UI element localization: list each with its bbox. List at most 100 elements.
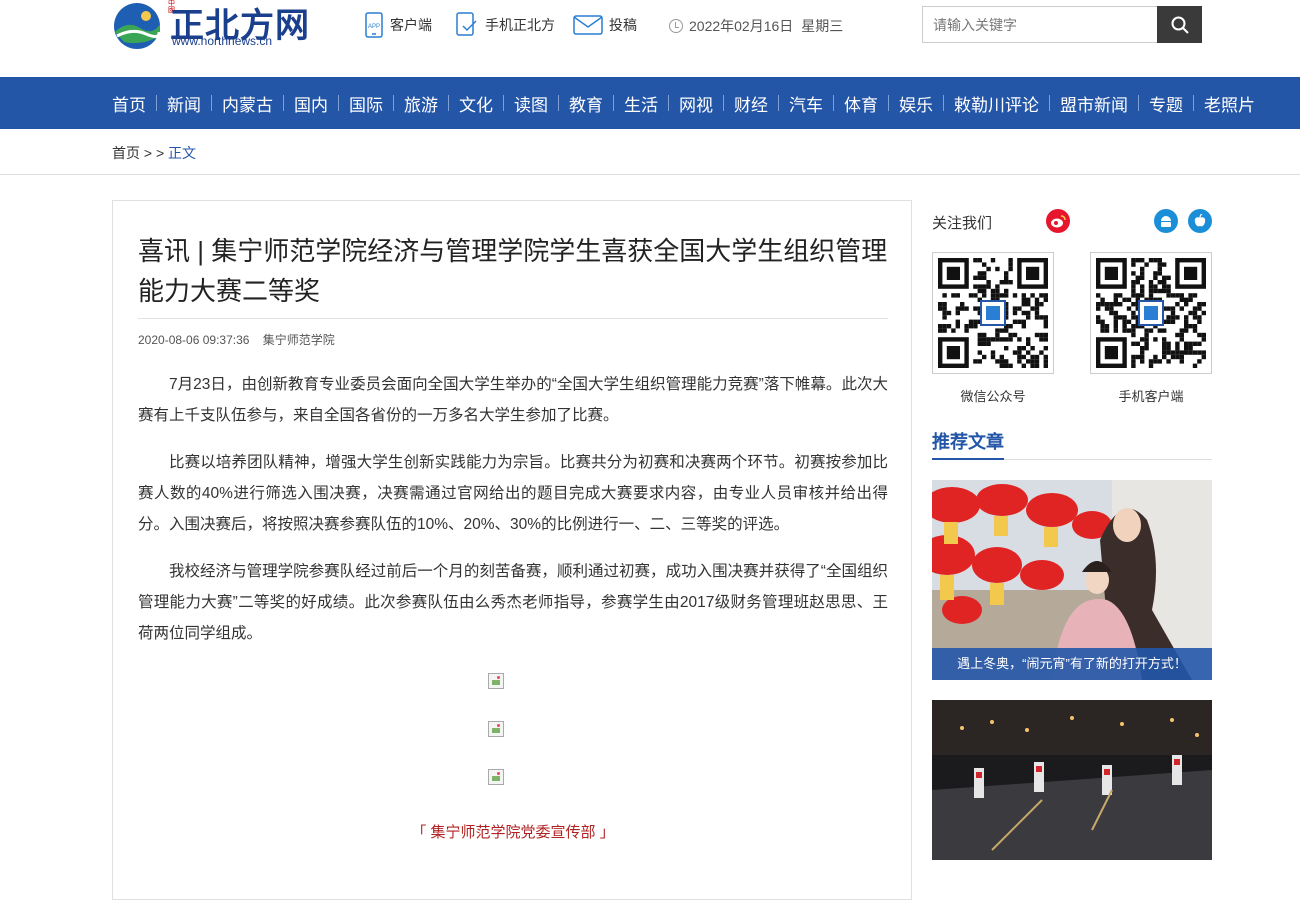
- night-street-photo: [932, 700, 1212, 860]
- submit-link-label: 投稿: [609, 17, 637, 33]
- breadcrumb-home[interactable]: 首页: [112, 145, 140, 161]
- nav-item[interactable]: 旅游: [383, 77, 438, 129]
- article-images: [488, 673, 504, 817]
- nav-item[interactable]: 老照片: [1183, 77, 1255, 129]
- search-button[interactable]: [1157, 6, 1202, 43]
- nav-item[interactable]: 体育: [823, 77, 878, 129]
- nav-item[interactable]: 网视: [658, 77, 713, 129]
- breadcrumb-current[interactable]: 正文: [168, 145, 196, 161]
- nav-item-label: 读图: [514, 95, 548, 115]
- main-nav: 首页 新闻 内蒙古 国内 国际 旅游 文化 读图 教育 生活 网视 财经 汽车 体育 娱乐 敕勒川评论 盟市新闻…: [0, 77, 1300, 129]
- wechat-qr-code: [932, 252, 1054, 374]
- app-phone-icon: APP: [365, 12, 383, 38]
- nav-item-label: 财经: [734, 95, 768, 115]
- nav-item-label: 旅游: [404, 95, 438, 115]
- qr-code-icon: [1096, 258, 1206, 368]
- app-qr-code: [1090, 252, 1212, 374]
- article-datetime: 2020-08-06 09:37:36: [138, 333, 250, 347]
- nav-list: 首页 新闻 内蒙古 国内 国际 旅游 文化 读图 教育 生活 网视 财经 汽车 体育 娱乐 敕勒川评论 盟市新闻…: [112, 77, 1255, 129]
- nav-item-label: 生活: [624, 95, 658, 115]
- nav-separator: [211, 95, 212, 111]
- weibo-icon[interactable]: [1046, 209, 1070, 233]
- nav-separator: [448, 95, 449, 111]
- nav-item[interactable]: 读图: [493, 77, 548, 129]
- site-header: 中國 正北方网 www.northnews.cn APP 客户端 手机正北方 投…: [0, 0, 1300, 77]
- nav-item[interactable]: 国内: [273, 77, 328, 129]
- nav-item[interactable]: 财经: [713, 77, 768, 129]
- nav-item-label: 专题: [1149, 95, 1183, 115]
- broken-image-icon: [488, 769, 504, 785]
- nav-separator: [668, 95, 669, 111]
- nav-item[interactable]: 敕勒川评论: [933, 77, 1039, 129]
- breadcrumb-sep: > >: [140, 145, 169, 161]
- nav-separator: [778, 95, 779, 111]
- article-paragraph: 我校经济与管理学院参赛队经过前后一个月的刻苦备赛，顺利通过初赛，成功入围决赛并获…: [138, 563, 888, 642]
- mail-icon: [573, 15, 603, 35]
- nav-item-label: 国内: [294, 95, 328, 115]
- weibo-glyph-icon: [1051, 215, 1066, 228]
- article-title: 喜讯 | 集宁师范学院经济与管理学院学生喜获全国大学生组织管理能力大赛二等奖: [138, 236, 888, 306]
- site-logo[interactable]: 中國 正北方网 www.northnews.cn: [112, 0, 312, 52]
- nav-item[interactable]: 专题: [1128, 77, 1183, 129]
- broken-image-icon: [488, 721, 504, 737]
- article-body: 7月23日，由创新教育专业委员会面向全国大学生举办的“全国大学生组织管理能力竞赛…: [138, 369, 888, 665]
- submit-link[interactable]: 投稿: [573, 12, 637, 38]
- recommend-card[interactable]: 遇上冬奥，“闹元宵”有了新的打开方式！: [932, 480, 1212, 680]
- nav-separator: [943, 95, 944, 111]
- article-source: 集宁师范学院: [262, 333, 335, 347]
- nav-item-label: 体育: [844, 95, 878, 115]
- app-qr-label: 手机客户端: [1118, 389, 1184, 404]
- nav-separator: [1193, 95, 1194, 111]
- nav-item[interactable]: 盟市新闻: [1039, 77, 1128, 129]
- nav-item-label: 网视: [679, 95, 713, 115]
- apple-icon[interactable]: [1188, 209, 1212, 233]
- qr-code-icon: [938, 258, 1048, 368]
- nav-item-label: 敕勒川评论: [954, 95, 1039, 115]
- logo-url: www.northnews.cn: [172, 34, 273, 48]
- recommend-heading: 推荐文章: [932, 428, 1212, 460]
- nav-item[interactable]: 新闻: [146, 77, 201, 129]
- nav-separator: [156, 95, 157, 111]
- nav-separator: [283, 95, 284, 111]
- article-meta: 2020-08-06 09:37:36 集宁师范学院: [138, 318, 888, 348]
- client-link-label: 客户端: [390, 17, 432, 33]
- nav-item[interactable]: 国际: [328, 77, 383, 129]
- nav-separator: [503, 95, 504, 111]
- nav-item[interactable]: 文化: [438, 77, 493, 129]
- breadcrumb: 首页 > > 正文: [0, 129, 1300, 175]
- search-input[interactable]: [922, 6, 1158, 43]
- wechat-qr-label: 微信公众号: [960, 389, 1026, 404]
- current-date: 2022年02月16日 星期三: [669, 16, 843, 36]
- nav-separator: [1049, 95, 1050, 111]
- follow-label: 关注我们: [932, 215, 993, 232]
- article-paragraph: 比赛以培养团队精神，增强大学生创新实践能力为宗旨。比赛共分为初赛和决赛两个环节。…: [138, 454, 888, 533]
- nav-item-label: 教育: [569, 95, 603, 115]
- nav-item[interactable]: 汽车: [768, 77, 823, 129]
- nav-item-label: 文化: [459, 95, 493, 115]
- broken-image-icon: [488, 673, 504, 689]
- android-icon[interactable]: [1154, 209, 1178, 233]
- nav-separator: [723, 95, 724, 111]
- svg-text:APP: APP: [368, 24, 380, 30]
- client-link[interactable]: APP 客户端: [364, 12, 432, 38]
- nav-item[interactable]: 教育: [548, 77, 603, 129]
- nav-separator: [393, 95, 394, 111]
- nav-item-label: 盟市新闻: [1060, 95, 1128, 115]
- search-icon: [1171, 16, 1189, 34]
- nav-separator: [833, 95, 834, 111]
- nav-item-label: 老照片: [1204, 95, 1255, 115]
- nav-item[interactable]: 内蒙古: [201, 77, 273, 129]
- nav-item[interactable]: 娱乐: [878, 77, 933, 129]
- apple-glyph-icon: [1194, 214, 1206, 227]
- recommend-title: 推荐文章: [932, 428, 1004, 460]
- nav-separator: [338, 95, 339, 111]
- mobile-link[interactable]: 手机正北方: [455, 12, 555, 38]
- nav-separator: [1138, 95, 1139, 111]
- nav-item[interactable]: 生活: [603, 77, 658, 129]
- nav-item-label: 内蒙古: [222, 95, 273, 115]
- mobile-link-label: 手机正北方: [485, 17, 555, 33]
- nav-item-label: 娱乐: [899, 95, 933, 115]
- nav-item[interactable]: 首页: [112, 77, 146, 129]
- recommend-card[interactable]: [932, 700, 1212, 860]
- clock-icon: [669, 19, 683, 33]
